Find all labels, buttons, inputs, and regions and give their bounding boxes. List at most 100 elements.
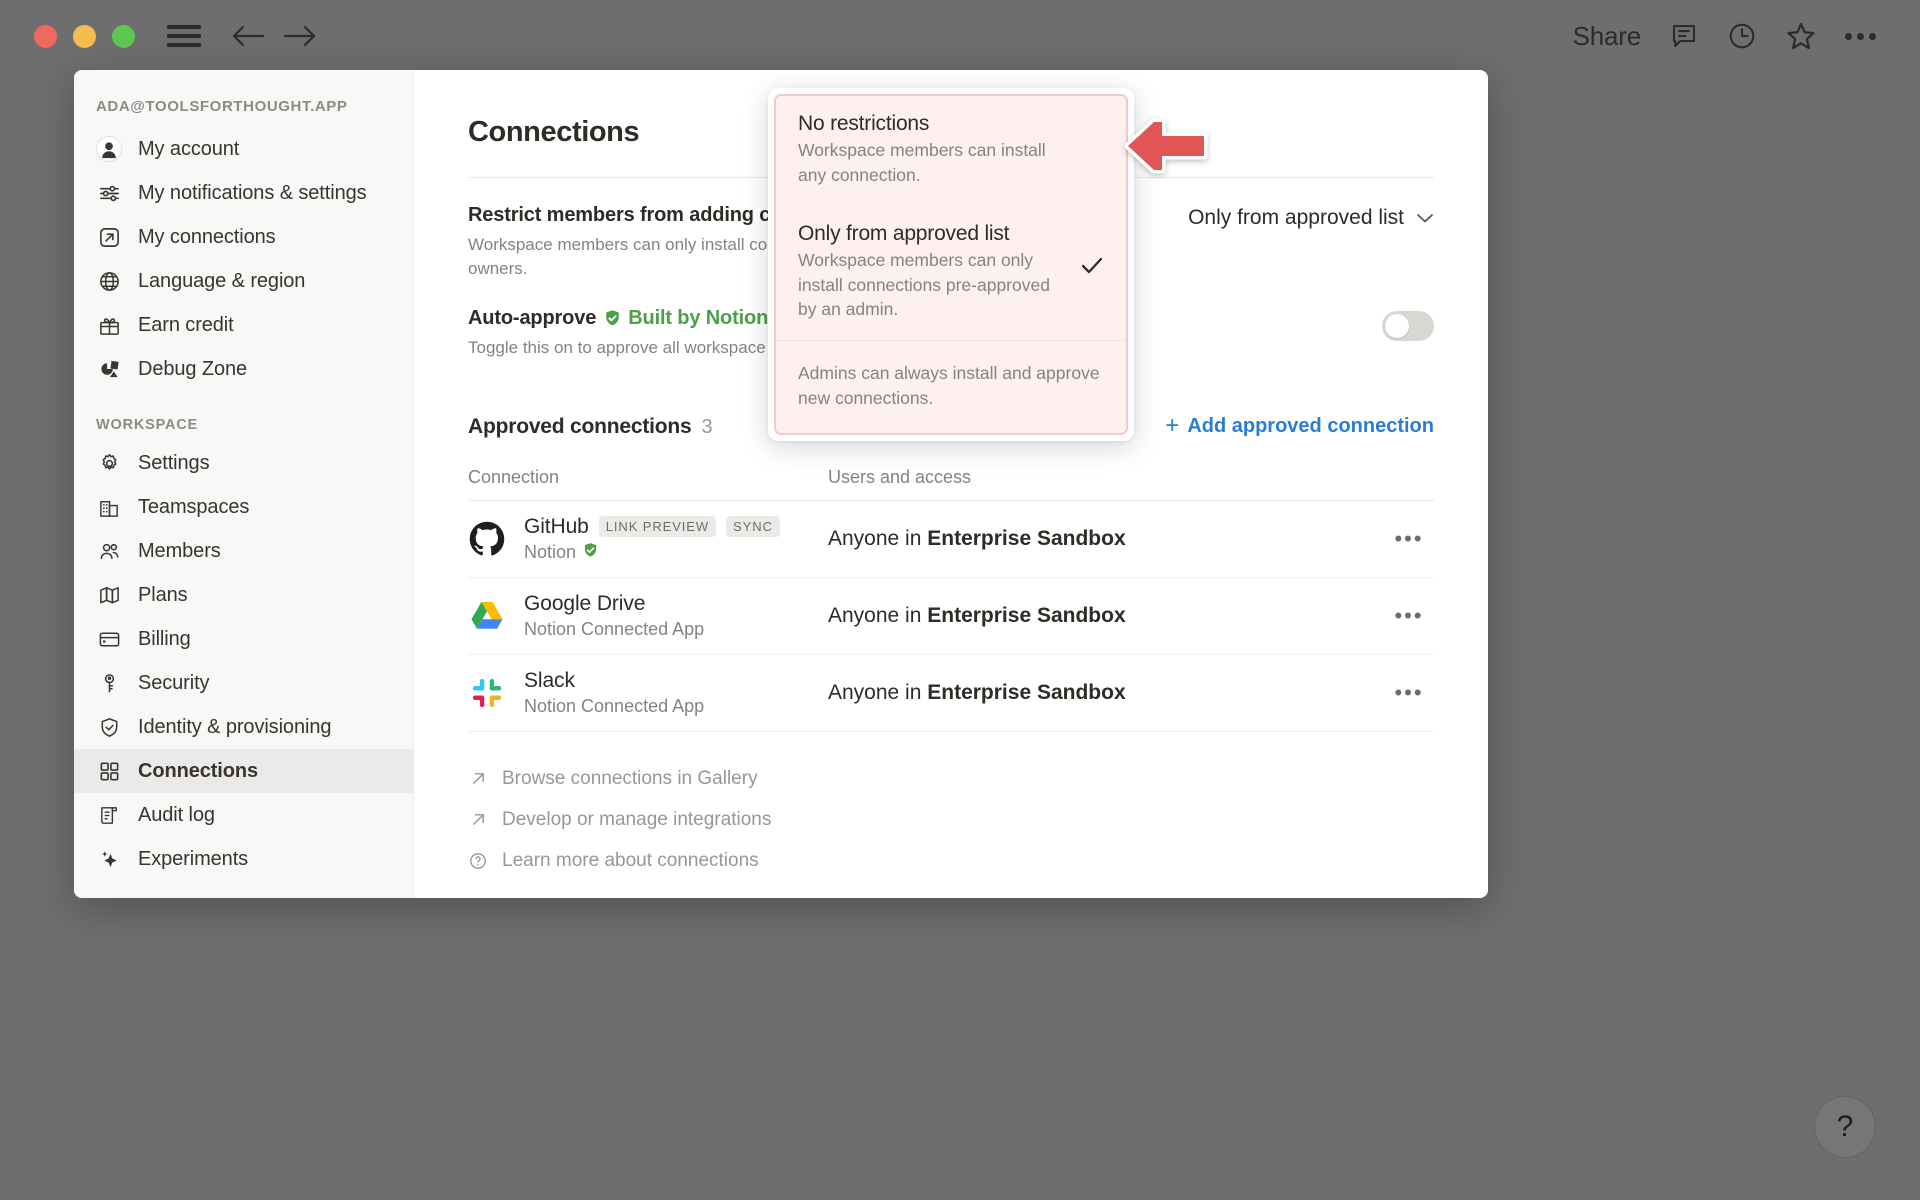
- row-more-icon[interactable]: •••: [1384, 603, 1434, 629]
- comment-icon[interactable]: [1669, 21, 1699, 51]
- grid-icon: [96, 758, 122, 784]
- gift-icon: [96, 312, 122, 338]
- dropdown-option-no-restrictions[interactable]: No restrictions Workspace members can in…: [776, 96, 1126, 206]
- sidebar-item-audit-log[interactable]: Audit log: [74, 793, 413, 837]
- sidebar-item-settings[interactable]: Settings: [74, 441, 413, 485]
- restrict-members-select[interactable]: Only from approved list: [1188, 204, 1434, 230]
- sidebar-item-teamspaces[interactable]: Teamspaces: [74, 485, 413, 529]
- learn-more-connections-link[interactable]: Learn more about connections: [468, 840, 1434, 881]
- access-workspace: Enterprise Sandbox: [927, 604, 1125, 627]
- sidebar-item-connections[interactable]: Connections: [74, 749, 413, 793]
- hamburger-menu-icon[interactable]: [167, 22, 201, 50]
- sidebar-item-experiments[interactable]: Experiments: [74, 837, 413, 881]
- dropdown-note: Admins can always install and approve ne…: [776, 341, 1126, 433]
- row-more-icon[interactable]: •••: [1384, 526, 1434, 552]
- sidebar-item-label: Billing: [138, 628, 191, 651]
- footer-links: Browse connections in Gallery Develop or…: [468, 758, 1434, 881]
- map-icon: [96, 582, 122, 608]
- shield-check-icon: [96, 714, 122, 740]
- traffic-lights: [34, 25, 135, 48]
- os-window: Share ADA@TOOLSF: [0, 0, 1920, 1200]
- approved-connections-count: 3: [702, 416, 713, 439]
- share-button[interactable]: Share: [1573, 21, 1641, 52]
- external-arrow-icon: [468, 770, 488, 787]
- footer-link-label: Browse connections in Gallery: [502, 768, 758, 790]
- approved-connections-title: Approved connections: [468, 415, 692, 439]
- titlebar-actions: Share: [1573, 20, 1886, 52]
- star-icon[interactable]: [1785, 20, 1817, 52]
- more-icon[interactable]: [1845, 33, 1876, 40]
- sidebar-item-language-region[interactable]: Language & region: [74, 259, 413, 303]
- table-row[interactable]: Google Drive Notion Connected App Anyone…: [468, 578, 1434, 655]
- connection-name: GitHub: [524, 515, 589, 539]
- table-row[interactable]: Slack Notion Connected App Anyone in Ent…: [468, 655, 1434, 732]
- sidebar-item-label: My notifications & settings: [138, 182, 367, 205]
- sidebar-item-billing[interactable]: Billing: [74, 617, 413, 661]
- sidebar-item-label: Settings: [138, 452, 209, 475]
- sidebar-item-label: Connections: [138, 760, 258, 783]
- close-window-button[interactable]: [34, 25, 57, 48]
- plus-icon: +: [1165, 414, 1179, 438]
- maximize-window-button[interactable]: [112, 25, 135, 48]
- browse-connections-gallery-link[interactable]: Browse connections in Gallery: [468, 758, 1434, 799]
- sidebar-item-label: Security: [138, 672, 209, 695]
- table-row[interactable]: GitHub LINK PREVIEW SYNC Notion: [468, 501, 1434, 578]
- sidebar-item-label: Audit log: [138, 804, 215, 827]
- minimize-window-button[interactable]: [73, 25, 96, 48]
- forward-arrow-icon[interactable]: [283, 24, 317, 48]
- access-workspace: Enterprise Sandbox: [927, 527, 1125, 550]
- toggle-knob: [1385, 314, 1409, 338]
- sidebar-item-label: Debug Zone: [138, 358, 247, 381]
- history-icon[interactable]: [1727, 21, 1757, 51]
- connection-name: Slack: [524, 669, 575, 693]
- sidebar-item-my-account[interactable]: My account: [74, 127, 413, 171]
- connection-tag: SYNC: [726, 516, 780, 537]
- sidebar-item-members[interactable]: Members: [74, 529, 413, 573]
- connection-access: Anyone in Enterprise Sandbox: [828, 527, 1384, 551]
- dropdown-option-desc: Workspace members can install any connec…: [798, 138, 1070, 188]
- row-more-icon[interactable]: •••: [1384, 680, 1434, 706]
- sidebar-item-label: My connections: [138, 226, 276, 249]
- gear-icon: [96, 450, 122, 476]
- sidebar-item-label: My account: [138, 138, 239, 161]
- arrow-box-icon: [96, 224, 122, 250]
- access-prefix: Anyone in: [828, 681, 927, 704]
- back-arrow-icon[interactable]: [231, 24, 265, 48]
- auto-approve-toggle[interactable]: [1382, 311, 1434, 341]
- dropdown-option-only-from-approved-list[interactable]: Only from approved list Workspace member…: [776, 206, 1126, 341]
- sidebar-item-plans[interactable]: Plans: [74, 573, 413, 617]
- sidebar-item-label: Earn credit: [138, 314, 234, 337]
- sidebar-item-debug-zone[interactable]: Debug Zone: [74, 347, 413, 391]
- key-icon: [96, 670, 122, 696]
- footer-link-label: Learn more about connections: [502, 850, 759, 872]
- sidebar-item-security[interactable]: Security: [74, 661, 413, 705]
- sidebar-item-earn-credit[interactable]: Earn credit: [74, 303, 413, 347]
- connection-tag: LINK PREVIEW: [599, 516, 716, 537]
- connection-name: Google Drive: [524, 592, 645, 616]
- sidebar-item-identity-provisioning[interactable]: Identity & provisioning: [74, 705, 413, 749]
- chevron-down-icon: [1416, 206, 1434, 230]
- sidebar-item-label: Members: [138, 540, 221, 563]
- dropdown-option-desc: Workspace members can only install conne…: [798, 248, 1070, 323]
- scroll-icon: [96, 802, 122, 828]
- sidebar-item-my-notifications-settings[interactable]: My notifications & settings: [74, 171, 413, 215]
- add-approved-connection-button[interactable]: + Add approved connection: [1165, 414, 1434, 438]
- table-header-row: Connection Users and access: [468, 467, 1434, 501]
- restrict-members-select-value: Only from approved list: [1188, 206, 1404, 230]
- develop-manage-integrations-link[interactable]: Develop or manage integrations: [468, 799, 1434, 840]
- sidebar-item-my-connections[interactable]: My connections: [74, 215, 413, 259]
- access-workspace: Enterprise Sandbox: [927, 681, 1125, 704]
- navigation-arrows: [231, 24, 317, 48]
- sidebar-section-workspace: WORKSPACE: [74, 391, 413, 441]
- dropdown-option-title: Only from approved list: [798, 222, 1070, 246]
- connection-access: Anyone in Enterprise Sandbox: [828, 681, 1384, 705]
- access-prefix: Anyone in: [828, 604, 927, 627]
- help-button[interactable]: ?: [1814, 1096, 1876, 1158]
- sidebar-item-label: Identity & provisioning: [138, 716, 331, 739]
- column-header-connection: Connection: [468, 467, 828, 488]
- connection-subtitle: Notion Connected App: [524, 619, 704, 640]
- verified-shield-icon: [602, 309, 622, 329]
- slack-logo-icon: [468, 674, 506, 712]
- external-arrow-icon: [468, 811, 488, 828]
- dropdown-highlight-frame: No restrictions Workspace members can in…: [774, 94, 1128, 435]
